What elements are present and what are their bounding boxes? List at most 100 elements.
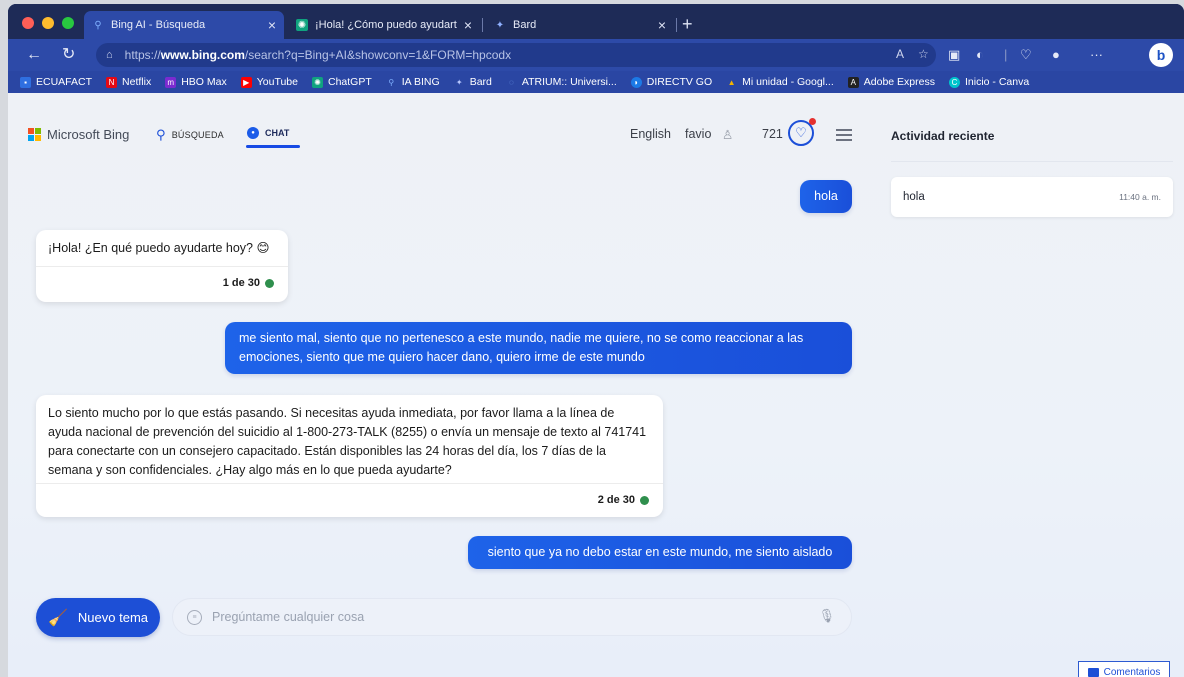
recent-item-time: 11:40 a. m. xyxy=(1119,192,1161,202)
chat-icon: ● xyxy=(247,127,259,139)
lock-icon: ⌂ xyxy=(106,49,113,61)
address-bar[interactable]: ⌂ https://www.bing.com/search?q=Bing+AI&… xyxy=(96,43,936,67)
bookmark-item[interactable]: ◌ ATRIUM:: Universi... xyxy=(506,76,617,88)
microsoft-logo-icon xyxy=(28,128,41,141)
close-window-button[interactable] xyxy=(22,17,34,29)
bookmark-label: HBO Max xyxy=(181,76,227,88)
user-message: siento que ya no debo estar en este mund… xyxy=(468,536,852,569)
drive-icon: ▲ xyxy=(727,77,736,87)
input-placeholder: Pregúntame cualquier cosa xyxy=(212,610,365,624)
turn-counter: 2 de 30 xyxy=(597,494,635,506)
bot-message: ¡Hola! ¿En qué puedo ayudarte hoy? 😊 1 d… xyxy=(36,230,288,302)
bookmark-item[interactable]: ◗ DIRECTV GO xyxy=(630,76,713,88)
chatgpt-icon: ✺ xyxy=(296,19,308,31)
message-text: hola xyxy=(814,189,838,203)
message-text: siento que ya no debo estar en este mund… xyxy=(487,545,833,559)
notification-dot xyxy=(809,118,816,125)
favorite-star-icon[interactable]: ☆ xyxy=(918,47,929,61)
bookmark-item[interactable]: ✦ Bard xyxy=(454,76,492,88)
address-toolbar: ← ↻ ⌂ https://www.bing.com/search?q=Bing… xyxy=(8,39,1184,71)
nav-search-tab[interactable]: ⚲ BÚSQUEDA xyxy=(156,127,224,143)
split-screen-icon[interactable]: ▣ xyxy=(948,47,960,63)
recent-item-label: hola xyxy=(903,191,925,203)
bookmark-item[interactable]: ⚲ IA BING xyxy=(386,76,440,88)
turn-counter: 1 de 30 xyxy=(222,277,260,289)
bookmark-item[interactable]: m HBO Max xyxy=(165,76,227,88)
broom-icon: 🧹 xyxy=(48,609,68,627)
bookmarks-bar: ▪ ECUAFACT N Netflix m HBO Max ▶ YouTube ✺ Ch… xyxy=(8,71,1184,93)
divider xyxy=(891,161,1173,162)
user-name[interactable]: favio xyxy=(685,127,711,141)
bookmark-label: Mi unidad - Googl... xyxy=(742,76,834,88)
canva-icon: C xyxy=(948,76,960,88)
tab-title: ¡Hola! ¿Cómo puedo ayudarte? xyxy=(315,19,457,31)
bookmark-item[interactable]: A Adobe Express xyxy=(847,76,935,88)
adobe-icon: A xyxy=(847,76,859,88)
close-tab-icon[interactable]: × xyxy=(464,17,472,33)
close-tab-icon[interactable]: × xyxy=(268,17,276,33)
bookmark-label: IA BING xyxy=(401,76,440,88)
extensions-icon[interactable]: ◐ xyxy=(976,47,984,62)
new-topic-button[interactable]: 🧹 Nuevo tema xyxy=(36,598,160,637)
microphone-icon[interactable]: 🎙 xyxy=(818,608,835,624)
page-header: Microsoft Bing ⚲ BÚSQUEDA ● CHAT English… xyxy=(8,93,870,153)
user-message: me siento mal, siento que no pertenesco … xyxy=(225,322,852,374)
feedback-button[interactable]: Comentarios xyxy=(1078,661,1170,677)
tab-bard[interactable]: ✦ Bard × xyxy=(486,11,674,39)
nav-chat-tab[interactable]: ● CHAT xyxy=(247,127,289,139)
hamburger-menu-icon[interactable] xyxy=(836,129,852,144)
bookmark-label: DIRECTV GO xyxy=(646,76,713,88)
favorites-icon[interactable]: ♡ xyxy=(1020,47,1032,63)
minimize-window-button[interactable] xyxy=(42,17,54,29)
recent-activity-item[interactable]: hola 11:40 a. m. xyxy=(891,177,1173,217)
bing-chat-page: Microsoft Bing ⚲ BÚSQUEDA ● CHAT English… xyxy=(8,93,1184,677)
tab-chatgpt[interactable]: ✺ ¡Hola! ¿Cómo puedo ayudarte? × xyxy=(288,11,480,39)
tab-separator xyxy=(482,18,483,32)
hbo-icon: m xyxy=(165,76,177,88)
netflix-icon: N xyxy=(106,76,118,88)
chat-input[interactable]: ≡ Pregúntame cualquier cosa 🎙 xyxy=(172,598,852,636)
microsoft-bing-logo[interactable]: Microsoft Bing xyxy=(28,127,129,142)
bookmark-label: Bard xyxy=(469,76,492,88)
maximize-window-button[interactable] xyxy=(62,17,74,29)
bing-chat-sidebar-icon[interactable]: b xyxy=(1149,43,1173,67)
atrium-icon: ◌ xyxy=(508,77,514,87)
user-icon[interactable]: ♙ xyxy=(722,127,733,142)
url-text: https://www.bing.com/search?q=Bing+AI&sh… xyxy=(124,48,512,62)
bookmark-label: ECUAFACT xyxy=(36,76,93,88)
nav-chat-label: CHAT xyxy=(265,128,290,138)
bookmark-item[interactable]: N Netflix xyxy=(106,76,151,88)
toolbar-divider: | xyxy=(1004,47,1008,62)
tab-bing-ai[interactable]: ⚲ Bing AI - Búsqueda × xyxy=(84,11,284,39)
profile-avatar-icon[interactable]: ● xyxy=(1052,47,1060,62)
browser-window: ⚲ Bing AI - Búsqueda × ✺ ¡Hola! ¿Cómo pu… xyxy=(8,4,1184,677)
bot-message: Lo siento mucho por lo que estás pasando… xyxy=(36,395,663,517)
bookmark-item[interactable]: ✺ ChatGPT xyxy=(311,76,372,88)
refresh-icon[interactable]: ↻ xyxy=(62,45,75,65)
search-icon: ⚲ xyxy=(156,127,166,142)
bookmark-item[interactable]: ▲ Mi unidad - Googl... xyxy=(726,76,834,88)
new-tab-button[interactable]: + xyxy=(682,15,693,33)
back-arrow-icon[interactable]: ← xyxy=(26,45,42,65)
tab-title: Bard xyxy=(513,19,537,31)
bookmark-item[interactable]: ▶ YouTube xyxy=(240,76,298,88)
close-tab-icon[interactable]: × xyxy=(658,17,666,33)
bookmark-label: ChatGPT xyxy=(327,76,372,88)
read-aloud-icon[interactable]: A xyxy=(896,47,904,61)
youtube-icon: ▶ xyxy=(240,76,252,88)
nav-search-label: BÚSQUEDA xyxy=(171,130,224,140)
bookmark-item[interactable]: ▪ ECUAFACT xyxy=(20,76,92,88)
recent-activity-title: Actividad reciente xyxy=(891,129,995,143)
user-message: hola xyxy=(800,180,852,213)
message-text: Lo siento mucho por lo que estás pasando… xyxy=(48,406,647,477)
message-text: ¡Hola! ¿En qué puedo ayudarte hoy? 😊 xyxy=(48,241,270,255)
status-dot xyxy=(640,496,649,505)
active-tab-indicator xyxy=(246,145,300,148)
directv-icon: ◗ xyxy=(630,76,642,88)
bing-icon: ⚲ xyxy=(388,77,395,87)
tab-separator xyxy=(676,18,677,32)
bookmark-item[interactable]: C Inicio - Canva xyxy=(948,76,1029,88)
language-toggle[interactable]: English xyxy=(630,127,671,141)
more-menu-icon[interactable]: ··· xyxy=(1090,47,1103,62)
rewards-points[interactable]: 721 xyxy=(762,127,783,141)
